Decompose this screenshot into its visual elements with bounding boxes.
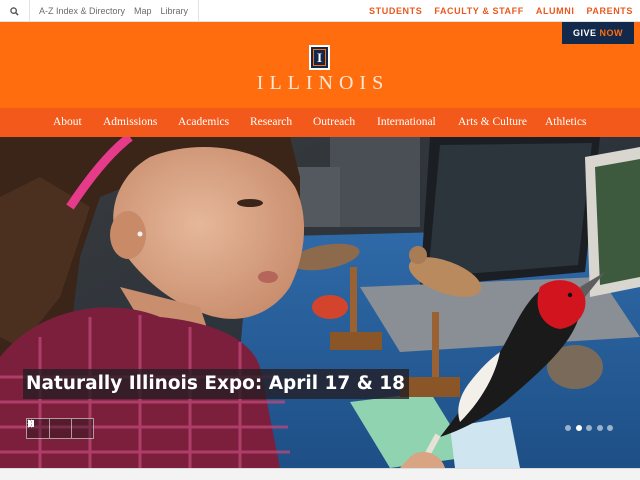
slide-dot-4[interactable] bbox=[596, 425, 603, 431]
parents-link[interactable]: PARENTS bbox=[586, 0, 633, 22]
nav-outreach[interactable]: Outreach bbox=[313, 108, 355, 137]
search-button[interactable] bbox=[0, 0, 30, 22]
nav-research[interactable]: Research bbox=[250, 108, 292, 137]
alumni-link[interactable]: ALUMNI bbox=[536, 0, 575, 22]
students-link[interactable]: STUDENTS bbox=[369, 0, 422, 22]
slideshow-controls bbox=[26, 418, 94, 439]
az-index-link[interactable]: A-Z Index & Directory bbox=[39, 0, 125, 22]
search-icon bbox=[10, 6, 19, 16]
audience-links: STUDENTS FACULTY & STAFF ALUMNI PARENTS bbox=[357, 0, 633, 22]
main-nav: About Admissions Academics Research Outr… bbox=[0, 108, 640, 137]
slide-dot-2[interactable] bbox=[575, 425, 582, 431]
slide-indicators bbox=[565, 425, 618, 431]
hero-headline[interactable]: Naturally Illinois Expo: April 17 & 18 bbox=[23, 369, 410, 399]
illinois-wordmark[interactable]: ILLINOIS bbox=[0, 72, 640, 95]
logo-letter: I bbox=[316, 50, 323, 65]
hero-slideshow[interactable]: Naturally Illinois Expo: April 17 & 18 bbox=[0, 137, 640, 468]
nav-athletics[interactable]: Athletics bbox=[545, 108, 587, 137]
next-slide-button[interactable] bbox=[27, 419, 93, 438]
content-strip bbox=[0, 468, 640, 480]
nav-academics[interactable]: Academics bbox=[178, 108, 229, 137]
utility-links: A-Z Index & Directory Map Library bbox=[0, 0, 200, 22]
library-link[interactable]: Library bbox=[161, 0, 189, 22]
faculty-staff-link[interactable]: FACULTY & STAFF bbox=[434, 0, 524, 22]
pause-slide-button[interactable] bbox=[28, 419, 71, 438]
slide-dot-1[interactable] bbox=[565, 425, 571, 431]
site-header: GIVE NOW I ILLINOIS bbox=[0, 22, 640, 108]
nav-about[interactable]: About bbox=[53, 108, 82, 137]
next-icon bbox=[27, 419, 33, 428]
nav-international[interactable]: International bbox=[377, 108, 436, 137]
nav-admissions[interactable]: Admissions bbox=[103, 108, 157, 137]
hero-photo bbox=[0, 137, 640, 468]
slide-dot-5[interactable] bbox=[607, 425, 613, 431]
map-link[interactable]: Map bbox=[134, 0, 152, 22]
block-i-logo[interactable]: I bbox=[309, 45, 330, 70]
give-now-button[interactable]: GIVE NOW bbox=[562, 22, 634, 44]
give-label: GIVE bbox=[572, 28, 597, 38]
slide-dot-3[interactable] bbox=[586, 425, 592, 431]
now-label: NOW bbox=[599, 28, 623, 38]
nav-arts-culture[interactable]: Arts & Culture bbox=[458, 108, 527, 137]
utility-bar: A-Z Index & Directory Map Library STUDEN… bbox=[0, 0, 640, 22]
